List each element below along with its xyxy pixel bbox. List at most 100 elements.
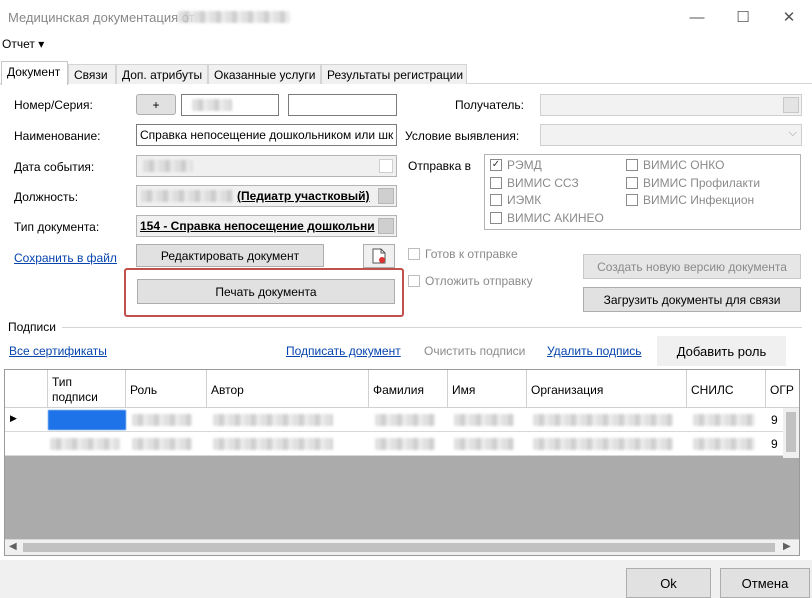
- table-cell: [213, 414, 333, 426]
- postpone-send-checkbox[interactable]: Отложить отправку: [408, 274, 533, 288]
- table-cell: [454, 438, 514, 450]
- position-value: (Педиатр участковый): [237, 189, 370, 203]
- calendar-checkbox-icon[interactable]: [379, 159, 393, 173]
- send-target-vimis-ssz[interactable]: ВИМИС ССЗ: [490, 176, 579, 190]
- all-certificates-link[interactable]: Все сертификаты: [9, 344, 107, 358]
- table-cell: [375, 438, 435, 450]
- checkbox-icon[interactable]: [408, 275, 420, 287]
- name-label: Наименование:: [14, 129, 101, 143]
- tab-services[interactable]: Оказанные услуги: [208, 64, 321, 84]
- checkbox-icon[interactable]: [626, 194, 638, 206]
- col-organization[interactable]: Организация: [527, 370, 687, 408]
- save-to-file-link[interactable]: Сохранить в файл: [14, 251, 117, 265]
- detection-condition-label: Условие выявления:: [405, 129, 520, 143]
- horizontal-scrollbar[interactable]: ◀ ▶: [5, 539, 799, 555]
- col-role[interactable]: Роль: [126, 370, 207, 408]
- checkbox-icon[interactable]: [490, 194, 502, 206]
- current-row-icon: ▶: [10, 413, 17, 423]
- table-cell: [533, 438, 673, 450]
- scroll-left-icon[interactable]: ◀: [9, 541, 17, 552]
- tab-links[interactable]: Связи: [68, 64, 116, 84]
- delete-signature-link[interactable]: Удалить подпись: [547, 344, 642, 358]
- col-author[interactable]: Автор: [207, 370, 369, 408]
- edit-document-button[interactable]: Редактировать документ: [136, 244, 324, 267]
- send-target-vimis-akineo[interactable]: ВИМИС АКИНЕО: [490, 211, 604, 225]
- checkbox-icon[interactable]: [490, 177, 502, 189]
- table-cell: [693, 438, 755, 450]
- load-docs-for-link-button[interactable]: Загрузить документы для связи: [583, 287, 801, 312]
- table-cell: [132, 414, 192, 426]
- add-role-button[interactable]: Добавить роль: [657, 336, 786, 366]
- chevron-down-icon: ⌵: [788, 127, 797, 139]
- send-to-label: Отправка в: [408, 159, 471, 173]
- position-label: Должность:: [14, 190, 79, 204]
- minimize-icon[interactable]: —: [674, 0, 720, 34]
- recipient-field[interactable]: [540, 94, 802, 116]
- series-field[interactable]: [288, 94, 397, 116]
- document-pdf-icon: [372, 248, 386, 264]
- table-cell: [375, 414, 435, 426]
- position-lookup-icon[interactable]: [378, 188, 394, 204]
- row-header-column: [5, 370, 48, 408]
- print-document-button[interactable]: Печать документа: [137, 279, 395, 304]
- checkbox-icon[interactable]: [626, 159, 638, 171]
- doc-type-value: 154 - Справка непосещение дошкольни: [140, 219, 375, 233]
- add-number-button[interactable]: +: [136, 94, 176, 115]
- col-first-name[interactable]: Имя: [448, 370, 527, 408]
- maximize-icon[interactable]: ☐: [720, 0, 766, 34]
- event-date-label: Дата события:: [14, 160, 95, 174]
- checkbox-checked-icon[interactable]: ✓: [490, 159, 502, 171]
- doc-type-lookup-icon[interactable]: [378, 218, 394, 234]
- send-target-remd[interactable]: ✓ РЭМД: [490, 158, 542, 172]
- table-cell: [533, 414, 673, 426]
- checkbox-icon[interactable]: [490, 212, 502, 224]
- scrollbar-thumb[interactable]: [786, 412, 796, 452]
- event-date-field[interactable]: [136, 155, 397, 177]
- checkbox-icon[interactable]: [626, 177, 638, 189]
- table-row[interactable]: 9: [5, 432, 785, 456]
- tab-extra-attributes[interactable]: Доп. атрибуты: [116, 64, 208, 84]
- close-icon[interactable]: ✕: [766, 0, 812, 34]
- sign-document-link[interactable]: Подписать документ: [286, 344, 401, 358]
- name-field[interactable]: Справка непосещение дошкольником или шк: [136, 124, 397, 146]
- recipient-lookup-icon[interactable]: [783, 97, 799, 113]
- tab-registration-results[interactable]: Результаты регистрации: [321, 64, 467, 84]
- checkbox-icon[interactable]: [408, 248, 420, 260]
- table-cell: [213, 438, 333, 450]
- table-cell: [454, 414, 514, 426]
- window-title: Медицинская документация от: [8, 10, 195, 25]
- pdf-icon[interactable]: [363, 244, 395, 268]
- send-target-vimis-onko[interactable]: ВИМИС ОНКО: [626, 158, 724, 172]
- scrollbar-thumb[interactable]: [23, 543, 775, 552]
- col-sign-type[interactable]: Тип подписи: [48, 370, 126, 408]
- table-row[interactable]: ▶ 9: [5, 408, 785, 432]
- group-divider: [62, 327, 802, 328]
- table-cell: 9: [771, 413, 778, 427]
- table-cell: 9: [771, 437, 778, 451]
- menu-report[interactable]: Отчет ▾: [2, 37, 44, 51]
- ok-button[interactable]: Ok: [626, 568, 711, 598]
- redacted-number: [192, 99, 232, 111]
- number-series-label: Номер/Серия:: [14, 98, 93, 112]
- col-ogr[interactable]: ОГР: [766, 370, 799, 408]
- send-target-vimis-prof[interactable]: ВИМИС Профилакти: [626, 176, 760, 190]
- signatures-table[interactable]: Тип подписи Роль Автор Фамилия Имя Орган…: [4, 369, 800, 556]
- tab-document[interactable]: Документ: [1, 61, 68, 85]
- position-field[interactable]: (Педиатр участковый): [136, 185, 397, 207]
- col-last-name[interactable]: Фамилия: [369, 370, 448, 408]
- cancel-button[interactable]: Отмена: [720, 568, 810, 598]
- ready-to-send-checkbox[interactable]: Готов к отправке: [408, 247, 518, 261]
- detection-condition-select[interactable]: ⌵: [540, 124, 802, 146]
- selected-cell[interactable]: [48, 410, 126, 430]
- scroll-right-icon[interactable]: ▶: [783, 541, 791, 552]
- create-new-version-button[interactable]: Создать новую версию документа: [583, 254, 801, 279]
- send-target-vimis-inf[interactable]: ВИМИС Инфекцион: [626, 193, 754, 207]
- number-field[interactable]: [181, 94, 279, 116]
- clear-signatures-link[interactable]: Очистить подписи: [424, 344, 525, 358]
- send-target-iemk[interactable]: ИЭМК: [490, 193, 541, 207]
- col-snils[interactable]: СНИЛС: [687, 370, 766, 408]
- table-cell: [693, 414, 755, 426]
- vertical-scrollbar[interactable]: [783, 408, 799, 458]
- doc-type-field[interactable]: 154 - Справка непосещение дошкольни: [136, 215, 397, 237]
- title-bar: Медицинская документация от — ☐ ✕: [0, 0, 812, 34]
